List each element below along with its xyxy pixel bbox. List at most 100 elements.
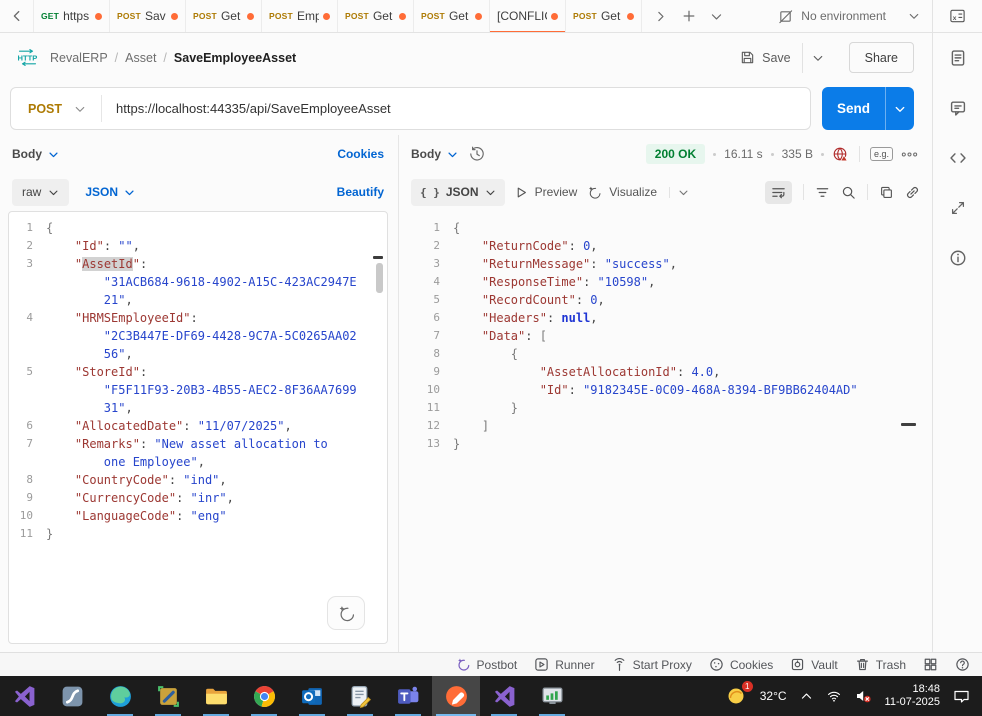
statusbar-item-trash[interactable]: Trash bbox=[855, 657, 906, 672]
no-environment-icon bbox=[778, 9, 793, 24]
breadcrumb-workspace[interactable]: RevalERP bbox=[50, 51, 108, 65]
comments-icon[interactable] bbox=[947, 97, 969, 119]
code-content: "Headers": null, bbox=[453, 309, 598, 327]
response-scrollbar-mark[interactable] bbox=[901, 423, 916, 426]
filter-icon[interactable] bbox=[815, 185, 830, 200]
url-input[interactable]: https://localhost:44335/api/SaveEmployee… bbox=[102, 101, 405, 116]
volume-muted-icon[interactable] bbox=[855, 688, 872, 704]
ssl-warning-globe-icon[interactable] bbox=[832, 146, 849, 163]
line-number bbox=[9, 345, 46, 363]
beautify-link[interactable]: Beautify bbox=[337, 185, 384, 199]
temperature-label[interactable]: 32°C bbox=[760, 689, 787, 703]
request-tab[interactable]: POSTGet bbox=[414, 0, 490, 32]
documentation-icon[interactable] bbox=[947, 47, 969, 69]
request-tab[interactable]: POSTSav bbox=[110, 0, 186, 32]
request-tab[interactable]: GEThttps bbox=[34, 0, 110, 32]
example-icon[interactable]: e.g. bbox=[870, 147, 893, 161]
unsaved-changes-dot bbox=[551, 13, 558, 20]
windows-grid-icon[interactable] bbox=[923, 657, 938, 672]
request-body-editor[interactable]: 1{2 "Id": "",3 "AssetId": "31ACB684-9618… bbox=[8, 211, 388, 644]
statusbar-item-vault[interactable]: Vault bbox=[790, 657, 837, 672]
related-requests-icon[interactable] bbox=[947, 197, 969, 219]
taskbar-app-sql-server-management-studio[interactable] bbox=[48, 676, 96, 716]
response-body-dropdown[interactable]: Body bbox=[411, 147, 458, 161]
visualize-button[interactable]: Visualize bbox=[587, 185, 657, 200]
taskbar-app-postman[interactable] bbox=[432, 676, 480, 716]
tab-title: [CONFLIC bbox=[497, 9, 547, 23]
editor-scrollbar[interactable] bbox=[376, 263, 383, 293]
request-tab[interactable]: POSTGet bbox=[566, 0, 642, 32]
save-button[interactable]: Save bbox=[729, 43, 802, 73]
taskbar-app-visual-studio-2[interactable] bbox=[480, 676, 528, 716]
action-center-icon[interactable] bbox=[953, 688, 970, 704]
method-select[interactable]: POST bbox=[11, 88, 101, 129]
taskbar-app-notepad-plus-plus[interactable] bbox=[336, 676, 384, 716]
statusbar-item-start-proxy[interactable]: Start Proxy bbox=[612, 657, 692, 672]
send-button[interactable]: Send bbox=[822, 87, 885, 130]
taskbar-app-visual-studio[interactable] bbox=[0, 676, 48, 716]
environment-quick-look-icon[interactable]: x bbox=[933, 0, 982, 32]
more-options-icon[interactable] bbox=[901, 151, 918, 158]
taskbar-app-resource-monitor[interactable] bbox=[528, 676, 576, 716]
help-icon[interactable] bbox=[955, 657, 970, 672]
save-options-chevron-icon[interactable] bbox=[802, 43, 833, 73]
request-format-dropdown[interactable]: JSON bbox=[85, 185, 135, 199]
status-badge[interactable]: 200 OK bbox=[646, 144, 705, 164]
taskbar-app-google-chrome[interactable] bbox=[240, 676, 288, 716]
request-pane: Body Cookies raw JSON bbox=[0, 135, 399, 652]
visualize-chevron-icon[interactable] bbox=[669, 187, 689, 198]
request-header: HTTP RevalERP / Asset / SaveEmployeeAsse… bbox=[0, 33, 932, 82]
cookies-link[interactable]: Cookies bbox=[337, 147, 384, 161]
line-number: 4 bbox=[9, 309, 46, 327]
taskbar-app-microsoft-edge[interactable] bbox=[96, 676, 144, 716]
info-icon[interactable] bbox=[947, 247, 969, 269]
taskbar-app-dev-tool[interactable] bbox=[144, 676, 192, 716]
postbot-suggest-button[interactable] bbox=[327, 596, 365, 630]
request-body-dropdown[interactable]: Body bbox=[12, 147, 59, 161]
response-body-chevron-icon bbox=[447, 149, 458, 160]
taskbar-app-outlook[interactable] bbox=[288, 676, 336, 716]
breadcrumb-collection[interactable]: Asset bbox=[125, 51, 156, 65]
line-number bbox=[9, 453, 46, 471]
response-format-dropdown[interactable]: { } JSON bbox=[411, 179, 505, 206]
response-history-icon[interactable] bbox=[469, 146, 485, 162]
statusbar-item-label: Postbot bbox=[477, 658, 518, 672]
send-options-chevron-icon[interactable] bbox=[885, 87, 914, 130]
response-time[interactable]: 16.11 s bbox=[724, 147, 762, 161]
tabs-back-icon[interactable] bbox=[0, 0, 34, 32]
link-icon[interactable] bbox=[905, 185, 920, 200]
code-snippet-icon[interactable] bbox=[947, 147, 969, 169]
response-size[interactable]: 335 B bbox=[782, 147, 813, 161]
unsaved-changes-dot bbox=[247, 13, 254, 20]
code-line: 9 "AssetAllocationId": 4.0, bbox=[411, 363, 932, 381]
code-content: "ReturnCode": 0, bbox=[453, 237, 598, 255]
search-icon[interactable] bbox=[841, 185, 856, 200]
taskbar-app-microsoft-teams[interactable] bbox=[384, 676, 432, 716]
response-body-viewer[interactable]: 1{2 "ReturnCode": 0,3 "ReturnMessage": "… bbox=[411, 211, 932, 644]
new-tab-icon[interactable] bbox=[676, 4, 701, 29]
request-tab[interactable]: POSTEmp bbox=[262, 0, 338, 32]
environment-selector[interactable]: No environment bbox=[766, 0, 932, 32]
statusbar-item-postbot[interactable]: Postbot bbox=[456, 657, 518, 672]
request-tab[interactable]: [CONFLIC bbox=[490, 0, 566, 32]
body-type-dropdown[interactable]: raw bbox=[12, 179, 69, 206]
tab-options-chevron-icon[interactable] bbox=[704, 4, 729, 29]
taskbar-clock[interactable]: 18:48 11-07-2025 bbox=[885, 683, 940, 710]
statusbar-item-runner[interactable]: Runner bbox=[534, 657, 594, 672]
preview-button[interactable]: Preview bbox=[515, 185, 578, 199]
code-content: "ReturnMessage": "success", bbox=[453, 255, 677, 273]
tray-expand-icon[interactable] bbox=[800, 690, 813, 703]
code-line: 2 "ReturnCode": 0, bbox=[411, 237, 932, 255]
statusbar-item-cookies[interactable]: Cookies bbox=[709, 657, 773, 672]
code-content: "AssetAllocationId": 4.0, bbox=[453, 363, 720, 381]
weather-widget[interactable]: 1 bbox=[725, 685, 747, 707]
share-button[interactable]: Share bbox=[849, 42, 914, 73]
tabs-scroll-right-icon[interactable] bbox=[648, 4, 673, 29]
wrap-lines-icon[interactable] bbox=[765, 181, 792, 204]
copy-icon[interactable] bbox=[879, 185, 894, 200]
wifi-icon[interactable] bbox=[826, 689, 842, 703]
request-tab[interactable]: POSTGet bbox=[186, 0, 262, 32]
taskbar-app-file-explorer[interactable] bbox=[192, 676, 240, 716]
request-tabs: GEThttpsPOSTSavPOSTGetPOSTEmpPOSTGetPOST… bbox=[34, 0, 642, 32]
request-tab[interactable]: POSTGet bbox=[338, 0, 414, 32]
